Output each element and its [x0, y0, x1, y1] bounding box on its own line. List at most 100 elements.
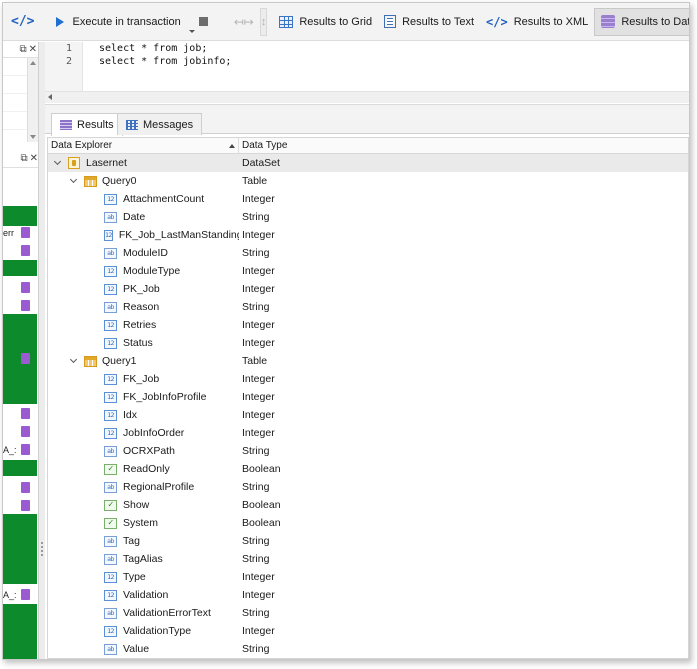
- integer-type-icon: 12: [104, 337, 117, 349]
- editor-horizontal-scrollbar[interactable]: [45, 91, 689, 103]
- column-header-data-type[interactable]: Data Type: [239, 138, 439, 153]
- tree-cell: ab Tag: [48, 532, 239, 550]
- table-row[interactable]: 12 Idx Integer: [48, 406, 688, 424]
- results-to-text-button[interactable]: Results to Text: [378, 8, 480, 36]
- table-row[interactable]: 12 ValidationType Integer: [48, 622, 688, 640]
- tree-cell: Lasernet: [48, 154, 239, 172]
- scroll-left-icon[interactable]: [48, 94, 52, 100]
- table-row[interactable]: ab ValidationErrorText String: [48, 604, 688, 622]
- results-to-grid-button[interactable]: Results to Grid: [273, 8, 378, 36]
- tree-cell: 12 FK_Job: [48, 370, 239, 388]
- restore-window-icon[interactable]: ⧉: [19, 44, 26, 55]
- data-type-cell: Integer: [242, 193, 275, 205]
- tab-results[interactable]: Results: [51, 113, 123, 136]
- scroll-up-icon[interactable]: [30, 61, 36, 65]
- table-row[interactable]: 12 ModuleType Integer: [48, 262, 688, 280]
- table-row[interactable]: ab Value String: [48, 640, 688, 658]
- status-block: [3, 314, 37, 404]
- file-icon: [21, 444, 30, 455]
- left-panel-scrollbar[interactable]: [27, 58, 38, 142]
- table-row[interactable]: ab ModuleID String: [48, 244, 688, 262]
- string-type-icon: ab: [104, 247, 117, 259]
- results-to-dataset-button[interactable]: Results to DataSet: [594, 7, 690, 36]
- tab-messages-label: Messages: [143, 118, 194, 131]
- data-type-cell: Table: [242, 175, 268, 187]
- tree-item-label: Query1: [102, 355, 137, 367]
- code-icon[interactable]: </>: [3, 8, 42, 36]
- table-row[interactable]: 12 FK_Job_LastManStanding Integer: [48, 226, 688, 244]
- table-icon: [84, 355, 97, 367]
- table-row[interactable]: Query1 Table: [48, 352, 688, 370]
- horizontal-arrows-icon[interactable]: ↤↦: [228, 15, 260, 29]
- chevron-down-icon[interactable]: [54, 159, 62, 167]
- tree-item-label: ValidationErrorText: [123, 607, 211, 619]
- column-header-data-explorer[interactable]: Data Explorer: [48, 138, 239, 153]
- tab-results-label: Results: [77, 119, 114, 131]
- tree-item-label: Date: [123, 211, 146, 223]
- data-type-cell: Boolean: [242, 499, 281, 511]
- table-row[interactable]: 12 Retries Integer: [48, 316, 688, 334]
- text-document-icon: [384, 15, 397, 28]
- tree-item-label: JobInfoOrder: [123, 427, 185, 439]
- table-row[interactable]: ab Tag String: [48, 532, 688, 550]
- boolean-type-icon: ✓: [104, 499, 117, 511]
- tree-item-label: Validation: [123, 589, 169, 601]
- table-row[interactable]: 12 PK_Job Integer: [48, 280, 688, 298]
- data-type-cell: String: [242, 553, 270, 565]
- results-to-dataset-label: Results to DataSet: [621, 15, 690, 28]
- table-row[interactable]: 12 FK_JobInfoProfile Integer: [48, 388, 688, 406]
- left-panel-header: ⧉ ✕: [3, 42, 38, 58]
- file-icon: [21, 245, 30, 256]
- status-block: [3, 460, 37, 476]
- play-icon: [56, 16, 65, 27]
- vertical-arrows-icon[interactable]: ↕: [259, 7, 268, 36]
- results-to-xml-label: Results to XML: [513, 15, 589, 28]
- results-to-xml-button[interactable]: </> Results to XML: [480, 8, 594, 36]
- table-row[interactable]: Lasernet DataSet: [48, 154, 688, 172]
- table-row[interactable]: ✓ Show Boolean: [48, 496, 688, 514]
- tree-item-label: ModuleType: [123, 265, 181, 277]
- table-row[interactable]: 12 Status Integer: [48, 334, 688, 352]
- result-tabs: Results Messages: [45, 104, 689, 136]
- execute-in-transaction-button[interactable]: Execute in transaction: [50, 8, 186, 36]
- table-row[interactable]: ✓ ReadOnly Boolean: [48, 460, 688, 478]
- tree-cell: 12 Validation: [48, 586, 239, 604]
- data-type-cell: String: [242, 211, 270, 223]
- restore-window-icon[interactable]: ⧉: [20, 153, 27, 164]
- data-explorer-grid: Data Explorer Data Type Lasernet DataSet Q…: [47, 137, 689, 659]
- tree-item-label: Tag: [123, 535, 140, 547]
- tab-messages[interactable]: Messages: [117, 113, 203, 135]
- table-row[interactable]: 12 FK_Job Integer: [48, 370, 688, 388]
- table-row[interactable]: 12 AttachmentCount Integer: [48, 190, 688, 208]
- table-row[interactable]: ab Date String: [48, 208, 688, 226]
- table-row[interactable]: 12 JobInfoOrder Integer: [48, 424, 688, 442]
- data-type-cell: Integer: [242, 589, 275, 601]
- integer-type-icon: 12: [104, 265, 117, 277]
- tree-cell: 12 Retries: [48, 316, 239, 334]
- close-icon[interactable]: ✕: [30, 153, 38, 164]
- close-icon[interactable]: ✕: [29, 44, 37, 55]
- table-row[interactable]: ab Reason String: [48, 298, 688, 316]
- tree-cell: 12 PK_Job: [48, 280, 239, 298]
- panel-splitter[interactable]: [39, 42, 45, 659]
- tree-cell: ✓ System: [48, 514, 239, 532]
- chevron-down-icon[interactable]: [70, 177, 78, 185]
- table-row[interactable]: Query0 Table: [48, 172, 688, 190]
- string-type-icon: ab: [104, 643, 117, 655]
- table-row[interactable]: 12 Validation Integer: [48, 586, 688, 604]
- data-type-cell: Integer: [242, 409, 275, 421]
- table-row[interactable]: ab RegionalProfile String: [48, 478, 688, 496]
- code-area[interactable]: select * from job; select * from jobinfo…: [99, 42, 231, 68]
- results-to-grid-label: Results to Grid: [299, 15, 373, 28]
- sql-editor[interactable]: 1 2 select * from job; select * from job…: [45, 42, 689, 104]
- tree-item-label: Retries: [123, 319, 157, 331]
- data-type-cell: String: [242, 535, 270, 547]
- table-row[interactable]: 12 Type Integer: [48, 568, 688, 586]
- scroll-down-icon[interactable]: [30, 135, 36, 139]
- left-item-label: A_:: [3, 445, 17, 455]
- table-row[interactable]: ✓ System Boolean: [48, 514, 688, 532]
- table-row[interactable]: ab OCRXPath String: [48, 442, 688, 460]
- tree-cell: 12 FK_JobInfoProfile: [48, 388, 239, 406]
- chevron-down-icon[interactable]: [70, 357, 78, 365]
- table-row[interactable]: ab TagAlias String: [48, 550, 688, 568]
